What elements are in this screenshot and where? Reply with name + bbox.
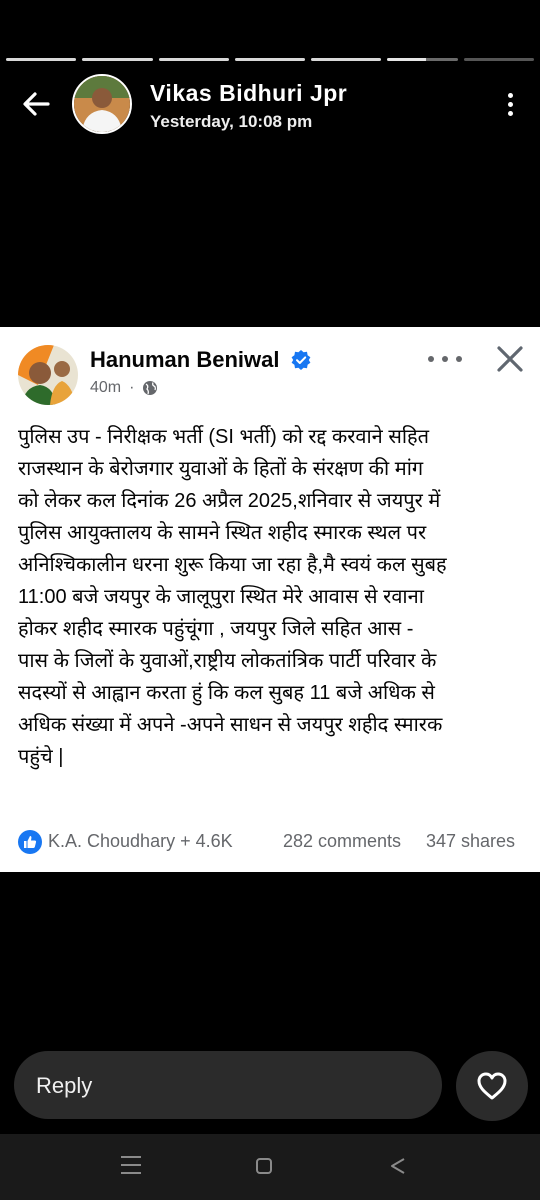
story-header: Vikas Bidhuri Jpr Yesterday, 10:08 pm xyxy=(0,72,540,138)
profile-photo xyxy=(74,76,130,132)
globe-icon xyxy=(143,381,158,395)
menu-line xyxy=(121,1172,141,1174)
reactions-summary[interactable]: K.A. Choudhary + 4.6K xyxy=(48,831,233,852)
post-author-avatar[interactable] xyxy=(18,345,78,405)
recent-apps-button[interactable] xyxy=(121,1156,141,1174)
progress-segment xyxy=(82,58,153,61)
story-user-name[interactable]: Vikas Bidhuri Jpr xyxy=(150,80,347,107)
back-button[interactable] xyxy=(18,86,54,122)
progress-segment-active xyxy=(387,58,458,61)
close-icon[interactable] xyxy=(494,343,526,375)
progress-segment xyxy=(311,58,382,61)
home-button[interactable] xyxy=(256,1158,272,1174)
author-photo xyxy=(18,345,78,405)
verified-badge-icon xyxy=(291,350,311,370)
dot xyxy=(428,356,434,362)
post-meta: 40m · xyxy=(90,379,158,397)
comments-count[interactable]: 282 comments xyxy=(283,831,401,852)
progress-segment xyxy=(463,58,534,61)
post-time: 40m xyxy=(90,379,122,396)
reply-placeholder: Reply xyxy=(36,1073,93,1098)
heart-icon xyxy=(477,1072,507,1100)
dot-separator: · xyxy=(129,379,135,396)
like-reaction-icon xyxy=(18,830,42,854)
post-more-options-button[interactable] xyxy=(428,349,462,369)
progress-segment xyxy=(158,58,229,61)
story-timestamp: Yesterday, 10:08 pm xyxy=(150,112,313,131)
post-text: पुलिस उप - निरीक्षक भर्ती (SI भर्ती) को … xyxy=(18,426,447,768)
dot xyxy=(456,356,462,362)
avatar[interactable] xyxy=(72,74,132,134)
post-author-name[interactable]: Hanuman Beniwal xyxy=(90,347,279,373)
arrow-left-icon xyxy=(23,92,50,116)
shared-post-card[interactable]: Hanuman Beniwal 40m · पुलिस उप - निरीक्ष… xyxy=(0,327,540,872)
more-options-button[interactable] xyxy=(498,86,522,122)
story-progress-bar xyxy=(6,58,534,61)
progress-segment xyxy=(234,58,306,61)
progress-segment xyxy=(6,58,77,61)
shares-count[interactable]: 347 shares xyxy=(426,831,515,852)
dot xyxy=(507,110,513,116)
menu-line xyxy=(121,1164,141,1166)
dot xyxy=(507,92,513,98)
reply-input[interactable]: Reply xyxy=(14,1051,442,1119)
back-triangle-icon[interactable] xyxy=(388,1156,408,1176)
menu-line xyxy=(121,1156,141,1158)
dot xyxy=(507,101,513,107)
dot xyxy=(442,356,448,362)
like-story-button[interactable] xyxy=(456,1051,528,1121)
